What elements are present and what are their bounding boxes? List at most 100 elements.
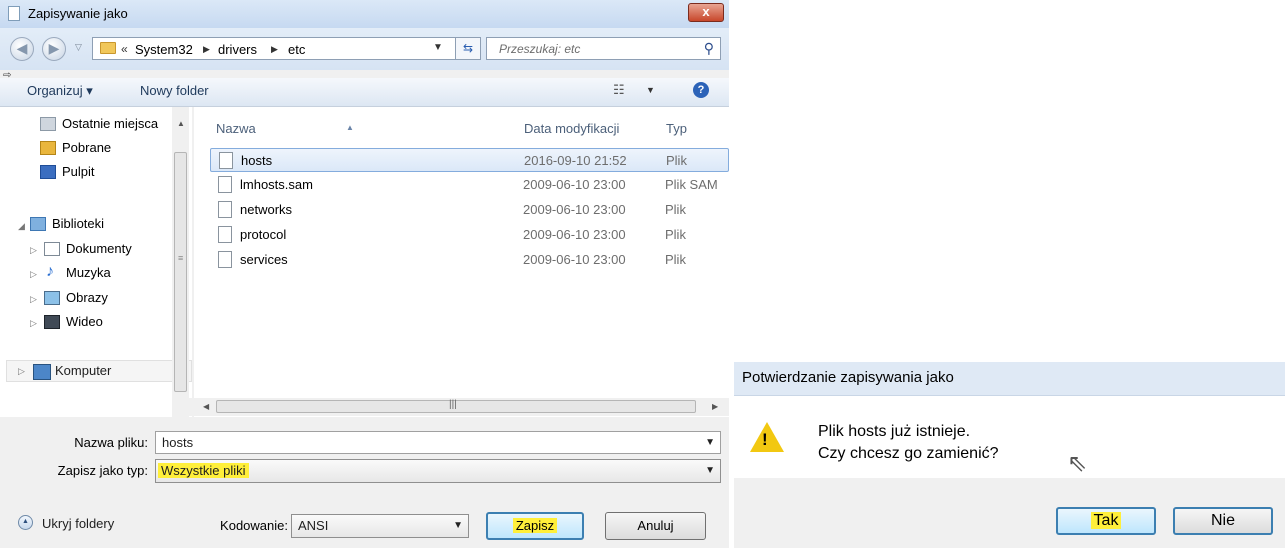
warning-exclamation: ! <box>762 430 768 449</box>
file-name: services <box>240 252 288 267</box>
expand-icon[interactable]: ▷ <box>30 318 37 329</box>
file-type: Plik <box>666 153 687 168</box>
arrow-left-icon: ◀ <box>16 40 28 56</box>
file-date: 2009-06-10 23:00 <box>523 177 626 192</box>
column-header-type[interactable]: Typ <box>666 121 687 136</box>
chevron-down-icon[interactable]: ▼ <box>705 465 715 476</box>
confirm-message-line2: Czy chcesz go zamienić? <box>818 445 999 462</box>
file-row-protocol[interactable]: protocol 2009-06-10 23:00 Plik <box>210 223 729 247</box>
close-button[interactable]: x <box>688 3 724 22</box>
column-header-date[interactable]: Data modyfikacji <box>524 121 619 136</box>
column-header-name[interactable]: Nazwa ▲ <box>216 121 354 136</box>
video-icon <box>44 315 60 329</box>
file-type: Plik SAM <box>665 177 718 192</box>
file-name: networks <box>240 202 293 217</box>
breadcrumb-drivers[interactable]: drivers <box>218 42 257 57</box>
breadcrumb-system32[interactable]: System32 <box>135 42 193 57</box>
save-button[interactable]: Zapisz <box>486 512 584 540</box>
navigation-scrollbar[interactable]: ▲ ≡ ▼ <box>172 107 189 417</box>
folder-icon <box>100 42 116 54</box>
nav-item-label: Muzyka <box>66 265 111 280</box>
chevron-down-icon[interactable]: ▼ <box>433 42 443 53</box>
organize-menu[interactable]: Organizuj ▾ <box>27 83 93 99</box>
expand-icon[interactable]: ▷ <box>30 294 37 305</box>
file-date: 2009-06-10 23:00 <box>523 252 626 267</box>
new-folder-button[interactable]: Nowy folder <box>140 83 209 98</box>
yes-label: Tak <box>1090 512 1122 529</box>
nav-item-label: Komputer <box>55 363 112 378</box>
nav-item-label: Biblioteki <box>52 216 105 231</box>
filename-field[interactable]: hosts ▼ <box>155 431 721 454</box>
file-row-services[interactable]: services 2009-06-10 23:00 Plik <box>210 248 729 272</box>
expand-icon[interactable]: ▷ <box>30 245 37 256</box>
help-icon[interactable]: ? <box>693 82 709 98</box>
file-type: Plik <box>665 227 686 242</box>
no-button[interactable]: Nie <box>1173 507 1273 535</box>
expand-icon[interactable]: ▷ <box>30 269 37 280</box>
refresh-button[interactable]: ⇆ <box>455 37 481 60</box>
search-icon[interactable]: ⚲ <box>704 40 714 57</box>
dialog-title: Zapisywanie jako <box>28 6 128 21</box>
file-row-networks[interactable]: networks 2009-06-10 23:00 Plik <box>210 198 729 222</box>
collapse-icon[interactable]: ◢ <box>18 221 25 232</box>
chevron-down-icon[interactable]: ▼ <box>646 85 655 95</box>
scrollbar-thumb[interactable]: ||| <box>216 399 696 413</box>
search-input[interactable]: Przeszukaj: etc ⚲ <box>486 37 721 60</box>
scrollbar-thumb[interactable]: ≡ <box>174 152 187 392</box>
cancel-button[interactable]: Anuluj <box>605 512 706 540</box>
downloads-icon <box>40 141 56 155</box>
file-row-hosts[interactable]: hosts 2016-09-10 21:52 Plik <box>210 148 729 172</box>
back-button[interactable]: ◀ <box>10 37 34 61</box>
history-dropdown-icon[interactable]: ▽ <box>75 42 82 53</box>
encoding-value: ANSI <box>298 518 329 533</box>
file-icon <box>219 152 233 169</box>
file-type-label: Zapisz jako typ: <box>57 463 148 478</box>
view-details-icon[interactable]: ☷ <box>613 82 625 98</box>
grip-icon: ≡ <box>178 253 184 263</box>
file-icon <box>218 176 232 193</box>
refresh-icon: ⇆ <box>462 41 474 55</box>
document-icon <box>8 6 20 21</box>
chevron-down-icon[interactable]: ▼ <box>705 437 715 448</box>
expand-icon[interactable]: ▷ <box>18 366 25 377</box>
scroll-up-icon[interactable]: ▲ <box>177 119 185 128</box>
search-placeholder: Przeszukaj: etc <box>499 42 581 56</box>
forward-button[interactable]: ▶ <box>42 37 66 61</box>
address-bar[interactable]: « System32 ▶ drivers ▶ etc ▼ <box>92 37 459 60</box>
save-label: Zapisz <box>512 518 558 533</box>
library-icon <box>30 217 46 231</box>
horizontal-scrollbar[interactable]: ◀ ||| ▶ <box>172 398 729 416</box>
confirm-save-dialog: Potwierdzanie zapisywania jako ! Plik ho… <box>734 362 1285 548</box>
scroll-left-icon[interactable]: ◀ <box>203 402 209 411</box>
file-date: 2016-09-10 21:52 <box>524 153 627 168</box>
grip-icon: ||| <box>449 399 457 410</box>
pictures-icon <box>44 291 60 305</box>
chevron-right-icon[interactable]: ▶ <box>271 44 278 55</box>
chevron-down-icon[interactable]: ▼ <box>453 520 463 531</box>
breadcrumb-etc[interactable]: etc <box>288 42 305 57</box>
file-date: 2009-06-10 23:00 <box>523 202 626 217</box>
filename-label: Nazwa pliku: <box>74 435 148 450</box>
column-label: Nazwa <box>216 121 256 136</box>
dialog-title: Potwierdzanie zapisywania jako <box>742 369 954 386</box>
nav-item-label: Obrazy <box>66 290 108 305</box>
file-icon <box>218 226 232 243</box>
yes-button[interactable]: Tak <box>1056 507 1156 535</box>
hide-folders-button[interactable]: Ukryj foldery <box>42 516 114 531</box>
chevron-right-icon[interactable]: ▶ <box>203 44 210 55</box>
history-chevron[interactable]: « <box>121 42 128 56</box>
file-type-value: Wszystkie pliki <box>158 463 249 478</box>
scroll-right-icon[interactable]: ▶ <box>712 402 718 411</box>
mouse-cursor-icon: ⇖ <box>1067 450 1088 477</box>
nav-item-computer[interactable]: ▷ Komputer <box>6 360 192 382</box>
chevron-up-icon[interactable]: ▲ <box>18 515 33 530</box>
encoding-label: Kodowanie: <box>220 518 288 533</box>
arrow-right-icon: ▶ <box>48 40 60 56</box>
encoding-select[interactable]: ANSI ▼ <box>291 514 469 538</box>
sort-ascending-icon: ▲ <box>346 123 354 132</box>
file-type: Plik <box>665 252 686 267</box>
file-row-lmhosts[interactable]: lmhosts.sam 2009-06-10 23:00 Plik SAM <box>210 173 729 197</box>
file-type-select[interactable]: Wszystkie pliki ▼ <box>155 459 721 483</box>
title-bar: Zapisywanie jako x <box>0 0 729 28</box>
file-icon <box>218 251 232 268</box>
